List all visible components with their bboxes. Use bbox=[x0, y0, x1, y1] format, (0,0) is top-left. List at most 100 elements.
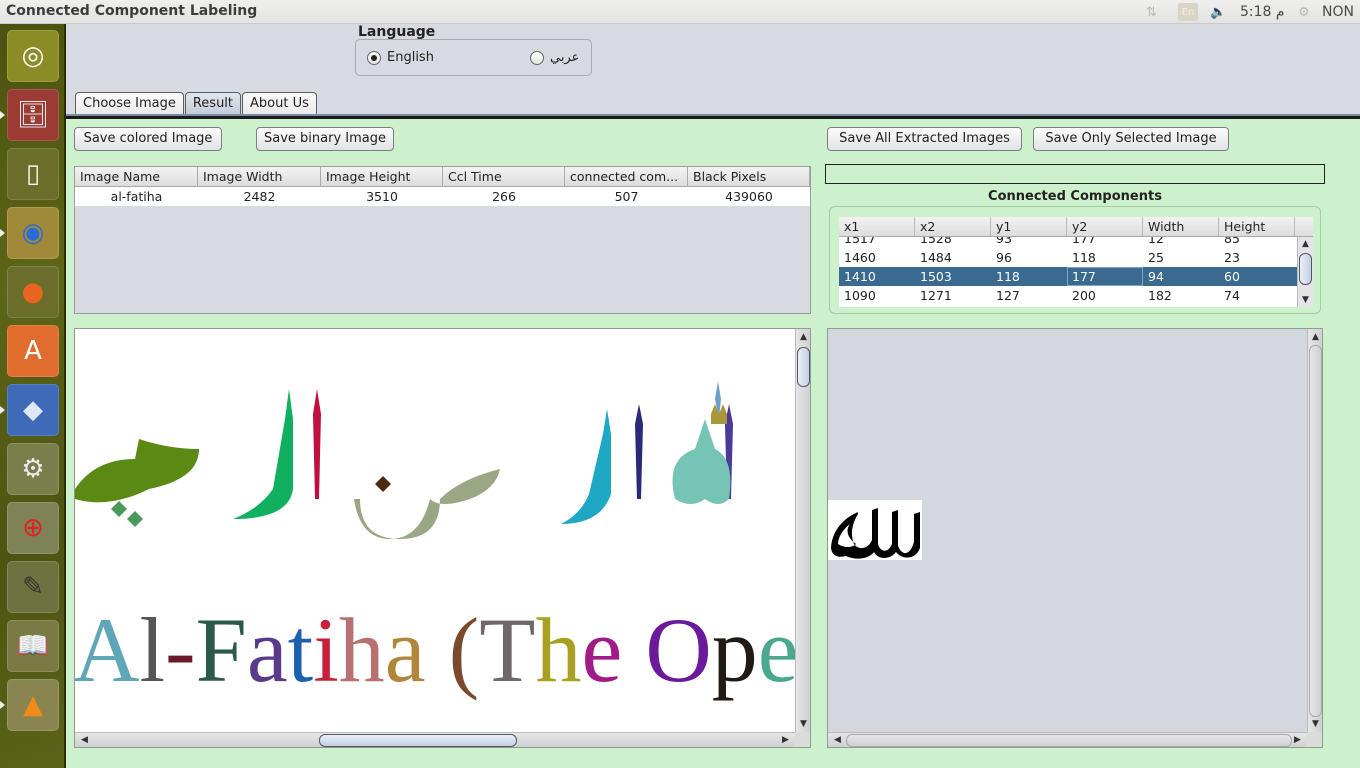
chrome-icon: ◉ bbox=[21, 218, 45, 248]
vertical-scrollbar[interactable]: ▲ ▼ bbox=[1307, 329, 1322, 732]
column-header[interactable]: Image Width bbox=[198, 167, 321, 186]
table-cell: 127 bbox=[996, 288, 1020, 303]
scroll-thumb[interactable] bbox=[797, 347, 810, 387]
column-header[interactable]: y1 bbox=[991, 217, 1067, 236]
table-row[interactable]: 1090 1271 127 200 182 74 bbox=[839, 286, 1313, 305]
letter-component: i bbox=[313, 599, 339, 701]
scroll-right-icon[interactable]: ▶ bbox=[778, 733, 793, 747]
launcher-item-ebook-reader[interactable]: 📖 bbox=[7, 620, 59, 672]
scroll-thumb[interactable] bbox=[1309, 345, 1322, 717]
radio-english[interactable]: English bbox=[367, 50, 434, 65]
speaker-icon[interactable]: 🔈 bbox=[1210, 0, 1226, 24]
scroll-right-icon[interactable]: ▶ bbox=[1290, 733, 1305, 747]
table-cell: 1484 bbox=[920, 250, 952, 265]
launcher-item-system-settings[interactable]: ⚙ bbox=[7, 443, 59, 495]
horizontal-scrollbar[interactable]: ◀ ▶ bbox=[75, 732, 795, 747]
colored-image: Al-Fatiha (The Ope bbox=[75, 329, 797, 734]
save-colored-image-button[interactable]: Save colored Image bbox=[74, 127, 222, 151]
scroll-down-icon[interactable]: ▼ bbox=[1308, 717, 1322, 731]
launcher-item-chrome[interactable]: ◉ bbox=[7, 207, 59, 259]
launcher-item-files[interactable]: 🗄 bbox=[7, 89, 59, 141]
running-indicator bbox=[0, 701, 5, 709]
running-indicator bbox=[0, 111, 5, 119]
table-row[interactable]: 1517 1528 93 177 12 85 bbox=[839, 237, 1313, 248]
table-header: x1 x2 y1 y2 Width Height bbox=[839, 217, 1313, 237]
vertical-scrollbar[interactable]: ▲ ▼ bbox=[1297, 237, 1313, 307]
scroll-thumb[interactable] bbox=[846, 734, 1292, 747]
table-cell: 12 bbox=[1148, 237, 1164, 246]
table-row[interactable]: al-fatiha 2482 3510 266 507 439060 bbox=[75, 187, 810, 206]
table-cell: 1503 bbox=[920, 269, 952, 284]
table-cell: 1090 bbox=[844, 288, 876, 303]
radio-arabic[interactable]: عربي bbox=[530, 50, 579, 65]
scroll-up-icon[interactable]: ▲ bbox=[796, 330, 810, 344]
letter-component: e bbox=[758, 599, 797, 701]
ubuntu-logo-icon: ◎ bbox=[21, 41, 45, 71]
column-header[interactable]: Black Pixels bbox=[688, 167, 810, 186]
tab-result[interactable]: Result bbox=[184, 92, 242, 115]
table-cell: 1517 bbox=[844, 237, 876, 246]
save-only-selected-image-button[interactable]: Save Only Selected Image bbox=[1033, 127, 1229, 151]
launcher-item-libreoffice[interactable]: ▯ bbox=[7, 148, 59, 200]
horizontal-scrollbar[interactable]: ◀ ▶ bbox=[828, 732, 1307, 747]
table-cell: 85 bbox=[1224, 237, 1240, 246]
save-binary-image-button[interactable]: Save binary Image bbox=[256, 127, 394, 151]
scroll-left-icon[interactable]: ◀ bbox=[77, 733, 92, 747]
launcher-item-gimp[interactable]: ✎ bbox=[7, 561, 59, 613]
radio-button-icon[interactable] bbox=[367, 50, 381, 65]
language-group: English عربي bbox=[355, 39, 592, 76]
network-arrows-icon[interactable]: ⇅ bbox=[1146, 0, 1157, 24]
scroll-down-icon[interactable]: ▼ bbox=[796, 717, 810, 731]
app-window: Language English عربي Choose Image Resul… bbox=[66, 24, 1360, 768]
table-cell: 2482 bbox=[243, 189, 276, 204]
table-row-selected[interactable]: 1410 1503 118 177 94 60 bbox=[839, 267, 1313, 286]
letter-component: T bbox=[479, 599, 535, 701]
column-header[interactable]: y2 bbox=[1067, 217, 1143, 236]
tab-choose-image[interactable]: Choose Image bbox=[75, 92, 184, 115]
launcher-item-firefox[interactable]: ● bbox=[7, 266, 59, 318]
launcher-item-ubuntu-dash[interactable]: ◎ bbox=[7, 30, 59, 82]
clock[interactable]: 5:18 م bbox=[1240, 0, 1285, 24]
radio-button-icon[interactable] bbox=[530, 50, 544, 65]
column-header[interactable]: Ccl Time bbox=[443, 167, 565, 186]
launcher-item-software-center[interactable]: A bbox=[7, 325, 59, 377]
gear-icon[interactable]: ⚙ bbox=[1298, 0, 1310, 24]
letter-component: l bbox=[139, 599, 165, 701]
scroll-up-icon[interactable]: ▲ bbox=[1298, 237, 1313, 251]
letter-component: h bbox=[339, 599, 385, 701]
table-cell: 93 bbox=[996, 237, 1012, 246]
extracted-glyph bbox=[831, 508, 920, 559]
launcher-item-virtualbox[interactable]: ◆ bbox=[7, 384, 59, 436]
column-header[interactable]: Image Height bbox=[321, 167, 443, 186]
running-indicator bbox=[0, 229, 5, 237]
document-icon: ▯ bbox=[25, 159, 41, 189]
table-cell: 74 bbox=[1224, 288, 1240, 303]
table-cell: 200 bbox=[1072, 288, 1096, 303]
scroll-thumb[interactable] bbox=[319, 734, 517, 747]
letter-component: ( bbox=[449, 599, 480, 701]
column-header[interactable]: x1 bbox=[839, 217, 915, 236]
scroll-left-icon[interactable]: ◀ bbox=[830, 733, 845, 747]
scroll-thumb[interactable] bbox=[1299, 253, 1312, 285]
letter-component: a bbox=[385, 599, 426, 701]
table-header: Image Name Image Width Image Height Ccl Tim… bbox=[75, 167, 810, 187]
table-cell: 177 bbox=[1072, 237, 1096, 246]
vertical-scrollbar[interactable]: ▲ ▼ bbox=[795, 329, 810, 732]
launcher-item-screenshot-tool[interactable]: ⊕ bbox=[7, 502, 59, 554]
user-menu[interactable]: NON bbox=[1322, 0, 1354, 24]
table-row[interactable]: 1460 1484 96 118 25 23 bbox=[839, 248, 1313, 267]
shopping-bag-icon: A bbox=[24, 336, 42, 366]
scroll-down-icon[interactable]: ▼ bbox=[1298, 293, 1313, 307]
firefox-icon: ● bbox=[21, 277, 45, 307]
save-all-extracted-images-button[interactable]: Save All Extracted Images bbox=[827, 127, 1022, 151]
tab-about-us[interactable]: About Us bbox=[242, 92, 317, 115]
column-header[interactable]: Width bbox=[1143, 217, 1219, 236]
keyboard-layout-indicator[interactable]: En bbox=[1178, 3, 1198, 21]
column-header[interactable]: x2 bbox=[915, 217, 991, 236]
scroll-up-icon[interactable]: ▲ bbox=[1308, 330, 1322, 344]
table-cell: 507 bbox=[614, 189, 639, 204]
column-header[interactable]: Image Name bbox=[75, 167, 198, 186]
launcher-item-vlc-stack[interactable]: ▲ bbox=[7, 679, 59, 731]
column-header[interactable]: Height bbox=[1219, 217, 1295, 236]
column-header[interactable]: connected com... bbox=[565, 167, 688, 186]
